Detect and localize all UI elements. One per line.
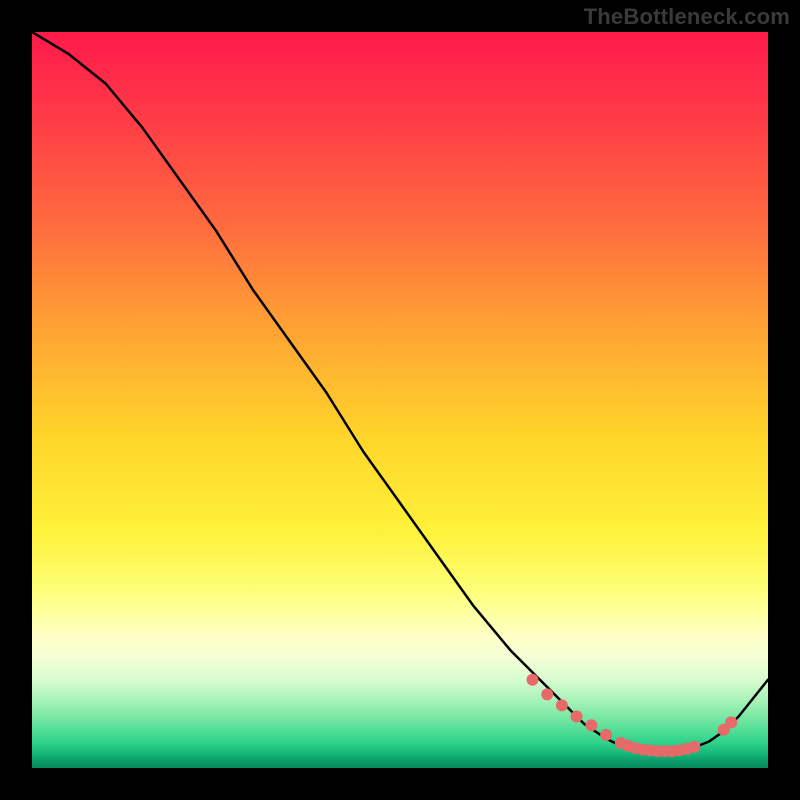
marker-dot [725, 716, 737, 728]
marker-dot [541, 688, 553, 700]
chart-frame: TheBottleneck.com [0, 0, 800, 800]
marker-dots [527, 674, 738, 757]
marker-dot [585, 719, 597, 731]
curve-svg [32, 32, 768, 768]
bottleneck-curve [32, 32, 768, 752]
marker-dot [527, 674, 539, 686]
watermark-text: TheBottleneck.com [584, 4, 790, 30]
marker-dot [571, 711, 583, 723]
marker-dot [600, 729, 612, 741]
marker-dot [556, 699, 568, 711]
plot-area [32, 32, 768, 768]
marker-dot [688, 741, 700, 753]
